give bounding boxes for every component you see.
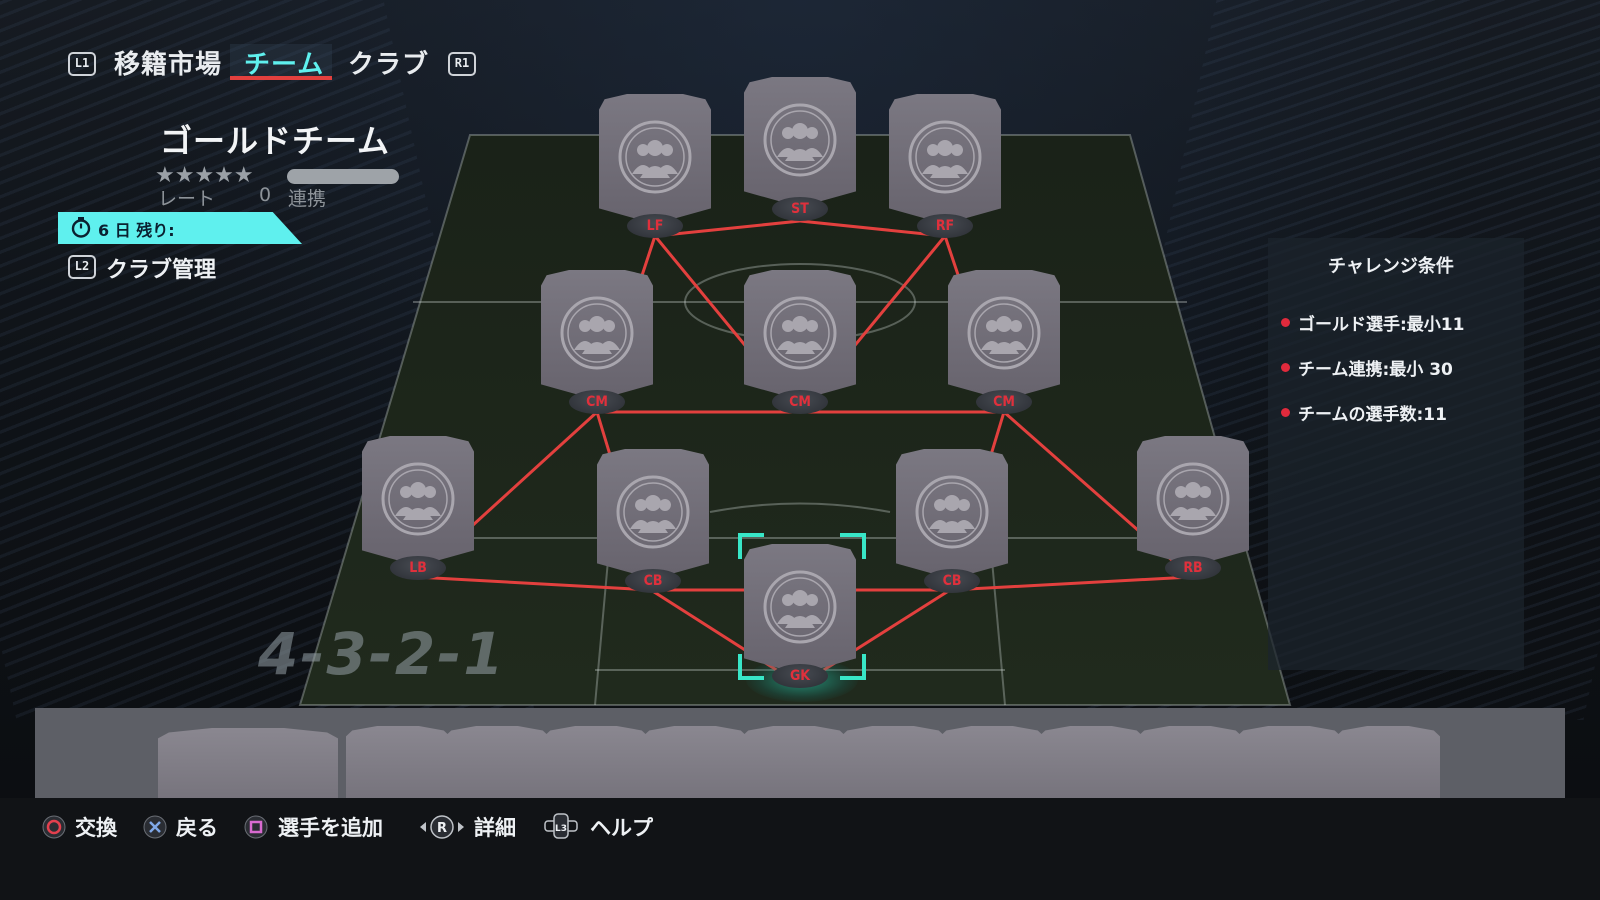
- player-slot-st[interactable]: ST: [744, 77, 856, 221]
- empty-player-icon: [1156, 462, 1230, 536]
- position-badge: CM: [976, 390, 1032, 414]
- requirement-status-dot: [1281, 408, 1290, 417]
- player-slot-lf[interactable]: LF: [599, 94, 711, 238]
- bench-slot[interactable]: [841, 726, 945, 800]
- l1-button[interactable]: L1: [68, 52, 96, 76]
- player-slot-cm-right[interactable]: CM: [948, 270, 1060, 414]
- cross-button-icon: [143, 815, 167, 839]
- position-badge: CB: [625, 569, 681, 593]
- requirement-status-dot: [1281, 363, 1290, 372]
- position-badge: CM: [569, 390, 625, 414]
- control-back[interactable]: 戻る: [176, 812, 218, 842]
- empty-player-icon: [763, 296, 837, 370]
- challenge-panel: [1268, 238, 1524, 670]
- player-slot-cm-center[interactable]: CM: [744, 270, 856, 414]
- requirement-gold-players: ゴールド選手:最小11: [1298, 315, 1465, 335]
- empty-player-icon: [618, 120, 692, 194]
- control-swap[interactable]: 交換: [75, 812, 117, 842]
- tab-transfer-market[interactable]: 移籍市場: [114, 44, 222, 81]
- requirement-status-dot: [1281, 318, 1290, 327]
- bench-slot[interactable]: [1138, 726, 1242, 800]
- player-slot-cb-left[interactable]: CB: [597, 449, 709, 593]
- empty-player-icon: [763, 570, 837, 644]
- bench-slot[interactable]: [643, 726, 747, 800]
- position-badge: CM: [772, 390, 828, 414]
- rating-label: レート: [158, 188, 216, 210]
- position-badge: RB: [1165, 556, 1221, 580]
- circle-button-icon: [42, 815, 66, 839]
- bench-slot[interactable]: [1039, 726, 1143, 800]
- player-slot-cm-left[interactable]: CM: [541, 270, 653, 414]
- bench-slot[interactable]: [445, 726, 549, 800]
- selection-bracket-bottom-left: [738, 654, 764, 680]
- player-slot-cb-right[interactable]: CB: [896, 449, 1008, 593]
- l2-button[interactable]: L2: [68, 255, 96, 279]
- bench-slot[interactable]: [1336, 726, 1440, 800]
- club-management-link[interactable]: クラブ管理: [106, 252, 216, 284]
- position-badge: LB: [390, 556, 446, 580]
- position-badge: GK: [772, 664, 828, 688]
- bench-slot[interactable]: [940, 726, 1044, 800]
- position-badge: CB: [924, 569, 980, 593]
- controls-bar: [0, 798, 1600, 900]
- stopwatch-icon: [71, 217, 91, 238]
- bench-slot[interactable]: [742, 726, 846, 800]
- square-button-icon: [244, 815, 268, 839]
- position-badge: LF: [627, 214, 683, 238]
- timer-remaining-text: 6 日 残り:: [98, 221, 175, 240]
- bench-slot[interactable]: [544, 726, 648, 800]
- position-badge: RF: [917, 214, 973, 238]
- empty-player-icon: [616, 475, 690, 549]
- control-add-player[interactable]: 選手を追加: [278, 812, 383, 842]
- chemistry-bar: [287, 169, 399, 184]
- svg-text:R: R: [437, 821, 447, 836]
- challenge-title: チャレンジ条件: [1328, 256, 1454, 277]
- control-help[interactable]: ヘルプ: [590, 812, 653, 842]
- bench-slot[interactable]: [158, 728, 338, 802]
- control-details[interactable]: 詳細: [474, 812, 516, 842]
- requirement-squad-size: チームの選手数:11: [1298, 405, 1447, 425]
- r1-button[interactable]: R1: [448, 52, 476, 76]
- rating-value: 0: [259, 184, 272, 206]
- empty-player-icon: [381, 462, 455, 536]
- empty-player-icon: [763, 103, 837, 177]
- bench-slot[interactable]: [1237, 726, 1341, 800]
- timer-banner: [58, 212, 302, 244]
- requirement-chemistry: チーム連携:最小 30: [1298, 360, 1453, 380]
- tab-club[interactable]: クラブ: [348, 44, 429, 81]
- selection-bracket-bottom-right: [840, 654, 866, 680]
- squad-title: ゴールドチーム: [160, 122, 391, 160]
- selection-bracket-top-left: [738, 533, 764, 559]
- selection-bracket-top-right: [840, 533, 866, 559]
- player-slot-rf[interactable]: RF: [889, 94, 1001, 238]
- right-stick-icon: R: [420, 815, 464, 839]
- formation-label: 4-3-2-1: [258, 620, 506, 688]
- empty-player-icon: [560, 296, 634, 370]
- bench-slot[interactable]: [346, 726, 450, 800]
- player-slot-rb[interactable]: RB: [1137, 436, 1249, 580]
- empty-player-icon: [967, 296, 1041, 370]
- tab-team-underline: [230, 76, 332, 80]
- position-badge: ST: [772, 197, 828, 221]
- chemistry-label: 連携: [288, 188, 327, 210]
- l3-stick-icon: L3: [544, 813, 578, 839]
- svg-text:L3: L3: [555, 824, 567, 834]
- player-slot-lb[interactable]: LB: [362, 436, 474, 580]
- empty-player-icon: [908, 120, 982, 194]
- empty-player-icon: [915, 475, 989, 549]
